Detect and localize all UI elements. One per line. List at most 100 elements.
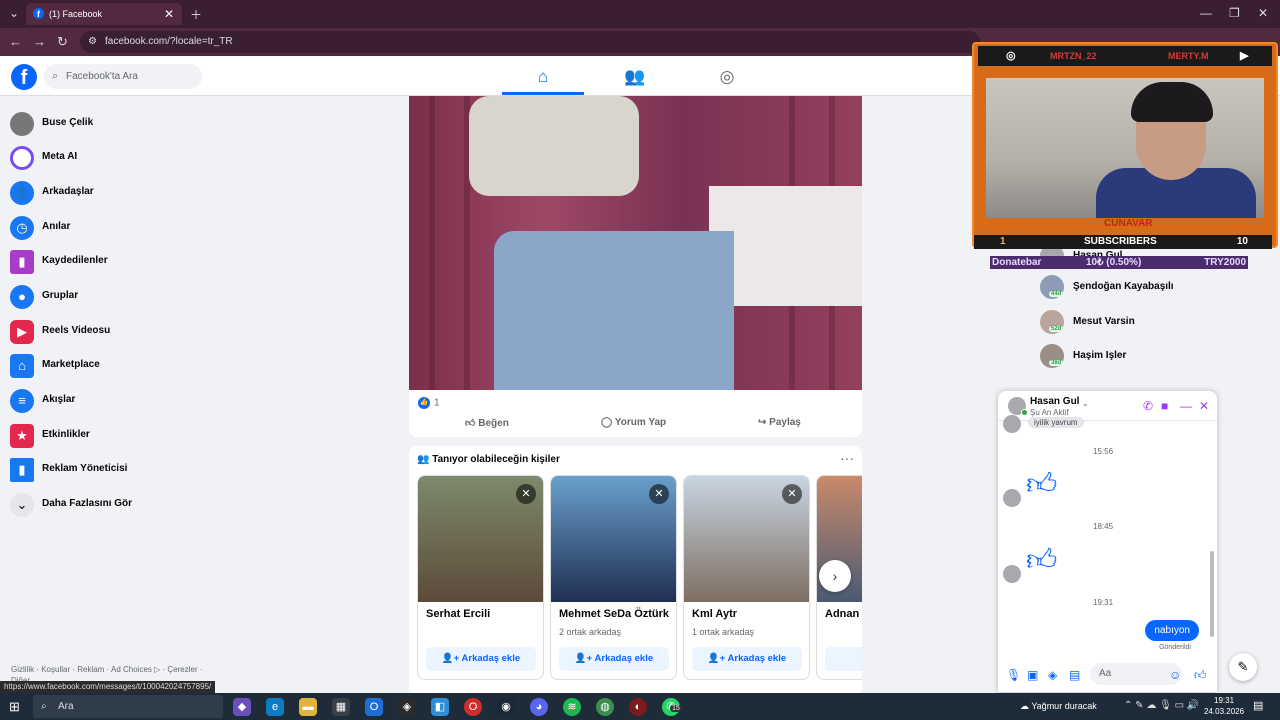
close-icon[interactable]: ✕ xyxy=(516,484,536,504)
reload-icon[interactable]: ↻ xyxy=(57,34,68,50)
more-options-icon[interactable]: ··· xyxy=(840,450,854,466)
comment-button[interactable]: ◯ Yorum Yap xyxy=(601,417,666,428)
close-icon[interactable]: ✕ xyxy=(782,484,802,504)
thumbs-up-icon: 👍︎ xyxy=(1026,468,1058,501)
facebook-logo-icon[interactable]: f xyxy=(11,64,37,90)
groups-tab[interactable]: ◎ xyxy=(686,58,768,95)
url-field[interactable]: ⚙ facebook.com/?locale=tr_TR xyxy=(80,31,980,53)
system-tray-icons[interactable]: ⌃ ✎ ☁ 🎙︎ ▭ 🔊 xyxy=(1124,700,1199,711)
photo-icon[interactable]: ▣ xyxy=(1027,668,1038,682)
outlook-icon[interactable]: O xyxy=(365,698,383,716)
sidebar-item-saved[interactable]: ▮ Kaydedilenler xyxy=(10,245,230,279)
home-tab[interactable]: ⌂ xyxy=(502,58,584,95)
subs-goal: 10 xyxy=(1236,236,1248,247)
chevron-down-icon: ⌄ xyxy=(10,493,34,517)
store-icon[interactable]: ▦ xyxy=(332,698,350,716)
friends-tab[interactable]: 👥 xyxy=(594,58,676,95)
sidebar-item-profile[interactable]: Buse Çelik xyxy=(10,107,230,141)
donate-label: Donatebar xyxy=(992,257,1042,268)
close-tab-icon[interactable]: ✕ xyxy=(164,7,174,21)
status-bar-url: https://www.facebook.com/messages/t/1000… xyxy=(0,681,216,693)
new-message-icon[interactable]: ✎ xyxy=(1229,653,1257,681)
forward-icon[interactable]: → xyxy=(33,34,46,49)
sticker-icon[interactable]: ◈ xyxy=(1048,668,1057,682)
contact-item[interactable]: 44d Şendoğan Kayabaşılı xyxy=(1040,275,1270,305)
person-name[interactable]: Adnan xyxy=(825,608,859,620)
people-title-text: Tanıyor olabileceğin kişiler xyxy=(432,454,560,465)
notification-center-icon[interactable]: ▤ xyxy=(1253,699,1263,712)
security-icon[interactable]: ◈ xyxy=(398,698,416,716)
discord-icon[interactable]: ◕ xyxy=(530,698,548,716)
video-icon[interactable]: ■ xyxy=(1161,399,1168,413)
sidebar-item-meta-ai[interactable]: Meta AI xyxy=(10,141,230,175)
person-name[interactable]: Serhat Ercili xyxy=(426,608,490,620)
next-arrow-icon[interactable]: › xyxy=(819,560,851,592)
chrome-icon[interactable]: ◍ xyxy=(596,698,614,716)
contact-item[interactable]: 38d Haşim Işler xyxy=(1040,344,1270,374)
chat-status: Şu An Aktif xyxy=(1030,408,1069,417)
weather-widget[interactable]: ☁ Yağmur duracak xyxy=(1020,701,1097,712)
edge-icon[interactable]: e xyxy=(266,698,284,716)
sidebar-item-groups[interactable]: ● Gruplar xyxy=(10,280,230,314)
like-button[interactable]: 👍︎ Beğen xyxy=(465,417,509,429)
clock[interactable]: 19:31 24.03.2026 xyxy=(1204,695,1244,717)
person-card[interactable]: ✕ Serhat Ercili 👤+ Arkadaş ekle xyxy=(417,475,544,680)
person-name[interactable]: Kml Aytr xyxy=(692,608,737,620)
obs-icon[interactable]: ◐ xyxy=(629,698,647,716)
sidebar-item-see-more[interactable]: ⌄ Daha Fazlasını Gör xyxy=(10,488,230,522)
back-icon[interactable]: ← xyxy=(9,34,22,49)
add-friend-button[interactable]: 👤+ Arkadaş ekle xyxy=(692,647,802,671)
windows-start-icon[interactable]: ⊞ xyxy=(9,699,20,715)
new-tab-icon[interactable]: ＋ xyxy=(190,6,202,23)
chevron-down-icon[interactable]: ⌄ xyxy=(1082,399,1089,408)
chat-scrollbar[interactable] xyxy=(1210,551,1214,637)
steam-icon[interactable]: ◉ xyxy=(497,698,515,716)
sidebar-item-reels[interactable]: ▶ Reels Videosu xyxy=(10,315,230,349)
emoji-icon[interactable]: ☺ xyxy=(1169,668,1181,682)
add-friend-button[interactable]: 👤+ Arkadaş ekle xyxy=(559,647,669,671)
share-button[interactable]: ↪ Paylaş xyxy=(758,417,801,428)
person-name[interactable]: Mehmet SeDa Öztürk xyxy=(559,608,669,620)
spotify-icon[interactable]: ≋ xyxy=(563,698,581,716)
search-input[interactable]: ⌕ Facebook'ta Ara xyxy=(44,64,202,89)
sidebar-item-feeds[interactable]: ≡ Akışlar xyxy=(10,384,230,418)
minimize-chat-icon[interactable]: — xyxy=(1180,399,1192,413)
add-friend-button[interactable]: 👤+ A xyxy=(825,647,862,671)
site-info-icon[interactable]: ⚙ xyxy=(88,31,97,53)
close-window-icon[interactable]: ✕ xyxy=(1258,6,1268,20)
app-icon[interactable]: ◧ xyxy=(431,698,449,716)
minimize-icon[interactable]: — xyxy=(1200,6,1212,20)
person-card[interactable]: ✕ Kml Aytr 1 ortak arkadaş 👤+ Arkadaş ek… xyxy=(683,475,810,680)
opera-icon[interactable]: O xyxy=(464,698,482,716)
browser-tab[interactable]: f (1) Facebook ✕ xyxy=(26,3,182,25)
mutual-friends: 1 ortak arkadaş xyxy=(692,627,755,637)
phone-icon[interactable]: ✆ xyxy=(1143,399,1153,413)
gif-icon[interactable]: ▤ xyxy=(1069,668,1080,682)
add-friend-button[interactable]: 👤+ Arkadaş ekle xyxy=(426,647,536,671)
contact-item[interactable]: 52d Mesut Varsin xyxy=(1040,310,1270,340)
close-chat-icon[interactable]: ✕ xyxy=(1199,399,1209,413)
like-count[interactable]: 👍 1 xyxy=(418,397,440,409)
home-icon: ⌂ xyxy=(537,67,549,86)
restore-icon[interactable]: ❐ xyxy=(1229,6,1240,20)
send-like-icon[interactable]: 👍︎ xyxy=(1194,668,1207,683)
microphone-icon[interactable]: 🎙︎ xyxy=(1006,668,1021,682)
sidebar-item-marketplace[interactable]: ⌂ Marketplace xyxy=(10,349,230,383)
taskbar-search[interactable]: ⌕ Ara xyxy=(33,695,223,718)
tab-list-icon[interactable]: ⌄ xyxy=(9,6,19,20)
sidebar-item-memories[interactable]: ◷ Anılar xyxy=(10,211,230,245)
sidebar-item-friends[interactable]: 👤 Arkadaşlar xyxy=(10,176,230,210)
chat-contact-name[interactable]: Hasan Gul xyxy=(1030,396,1079,407)
person-card[interactable]: ✕ Mehmet SeDa Öztürk 2 ortak arkadaş 👤+ … xyxy=(550,475,677,680)
donate-goal: TRY2000 xyxy=(1204,257,1246,268)
people-title: 👥 Tanıyor olabileceğin kişiler xyxy=(417,454,560,465)
contact-name: Haşim Işler xyxy=(1073,350,1127,361)
sidebar-item-ads-manager[interactable]: ▮ Reklam Yöneticisi xyxy=(10,453,230,487)
sidebar-item-label: Gruplar xyxy=(42,290,79,301)
sidebar-item-events[interactable]: ★ Etkinlikler xyxy=(10,419,230,453)
file-explorer-icon[interactable]: ▬ xyxy=(299,698,317,716)
close-icon[interactable]: ✕ xyxy=(649,484,669,504)
avatar xyxy=(1003,415,1021,433)
post-photo[interactable] xyxy=(409,96,862,390)
copilot-icon[interactable]: ◆ xyxy=(233,698,251,716)
